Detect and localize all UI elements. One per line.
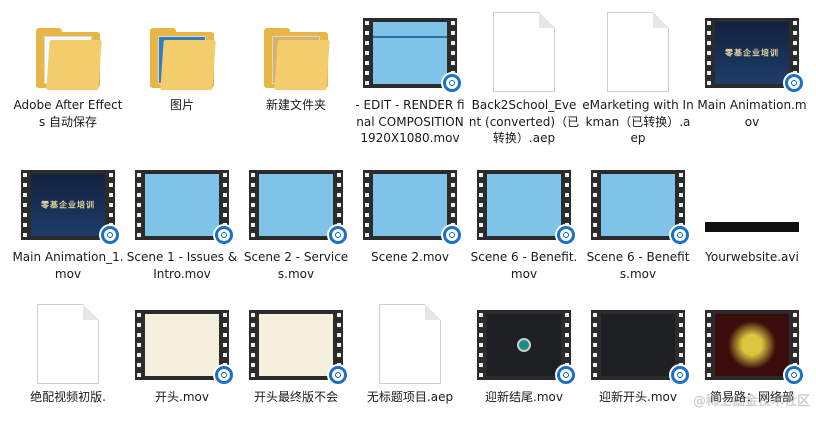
file-item[interactable]: 迎新结尾.mov [468, 300, 580, 406]
media-player-icon [441, 224, 463, 246]
video-file-icon: 零基企业培训 [21, 170, 121, 246]
file-label: 开头最终版不会 [253, 390, 338, 404]
file-item[interactable]: 绝配视频初版. [12, 300, 124, 406]
video-file-icon [363, 18, 463, 94]
media-player-icon [441, 72, 463, 94]
file-label: Adobe After Effects 自动保存 [13, 98, 123, 129]
file-item[interactable]: Adobe After Effects 自动保存 [12, 8, 124, 130]
file-item[interactable]: Scene 6 - Benefit.mov [468, 160, 580, 282]
document-icon [37, 304, 99, 384]
file-item[interactable]: Back2School_Event (converted)（已转换）.aep [468, 8, 580, 147]
file-label: eMarketing with Inkman（已转换）.aep [582, 98, 694, 145]
file-label: 新建文件夹 [265, 98, 326, 112]
file-label: 无标题项目.aep [366, 390, 454, 404]
media-player-icon [783, 364, 805, 386]
file-item[interactable]: 无标题项目.aep [354, 300, 466, 406]
file-item[interactable]: 图片 [126, 8, 238, 114]
media-player-icon [783, 72, 805, 94]
file-label: 绝配视频初版. [30, 390, 106, 404]
file-label: - EDIT - RENDER final COMPOSITION 1920X1… [355, 98, 465, 145]
video-file-icon [363, 170, 463, 246]
file-label: Scene 2 - Services.mov [243, 250, 349, 281]
file-item[interactable]: Scene 6 - Benefits.mov [582, 160, 694, 282]
media-player-icon [669, 224, 691, 246]
file-item[interactable]: 零基企业培训 Main Animation_1.mov [12, 160, 124, 282]
media-player-icon [99, 224, 121, 246]
file-item[interactable]: 开头.mov [126, 300, 238, 406]
file-item[interactable]: Yourwebsite.avi [696, 160, 808, 266]
video-file-icon [477, 310, 577, 386]
file-item[interactable]: Scene 2.mov [354, 160, 466, 266]
file-item[interactable]: eMarketing with Inkman（已转换）.aep [582, 8, 694, 147]
document-icon [379, 304, 441, 384]
file-item[interactable]: Scene 2 - Services.mov [240, 160, 352, 282]
folder-icon [36, 28, 102, 90]
video-file-icon [135, 170, 235, 246]
video-file-icon [591, 310, 691, 386]
media-player-icon [213, 364, 235, 386]
file-item[interactable]: 新建文件夹 [240, 8, 352, 114]
video-file-icon [249, 310, 349, 386]
file-label: 迎新开头.mov [599, 390, 677, 404]
file-item[interactable]: Scene 1 - Issues & Intro.mov [126, 160, 238, 282]
file-label: 迎新结尾.mov [485, 390, 563, 404]
watermark: @稀土掘金技术社区 [692, 394, 810, 409]
media-player-icon [213, 224, 235, 246]
file-grid: Adobe After Effects 自动保存 图片 新建文件夹 - EDIT… [0, 0, 816, 421]
document-icon [493, 12, 555, 92]
file-label: Scene 6 - Benefit.mov [470, 250, 578, 281]
video-file-icon [249, 170, 349, 246]
file-item[interactable]: 迎新开头.mov [582, 300, 694, 406]
file-item[interactable]: 开头最终版不会 [240, 300, 352, 406]
video-file-icon [135, 310, 235, 386]
folder-icon [264, 28, 330, 90]
media-player-icon [327, 224, 349, 246]
folder-icon [150, 28, 216, 90]
media-player-icon [669, 364, 691, 386]
video-file-icon: 零基企业培训 [705, 18, 805, 94]
file-label: Main Animation_1.mov [12, 250, 124, 281]
file-label: 开头.mov [155, 390, 209, 404]
file-label: Scene 1 - Issues & Intro.mov [126, 250, 238, 281]
file-label: Back2School_Event (converted)（已转换）.aep [468, 98, 580, 145]
media-player-icon [327, 364, 349, 386]
file-label: Main Animation.mov [697, 98, 807, 129]
file-item[interactable]: 零基企业培训 Main Animation.mov [696, 8, 808, 130]
avi-file-icon [705, 222, 799, 232]
video-file-icon [705, 310, 805, 386]
document-icon [607, 12, 669, 92]
file-label: Yourwebsite.avi [705, 250, 799, 264]
video-file-icon [477, 170, 577, 246]
file-label: Scene 6 - Benefits.mov [586, 250, 690, 281]
media-player-icon [555, 224, 577, 246]
file-label: 图片 [169, 98, 194, 112]
file-label: Scene 2.mov [371, 250, 449, 264]
video-file-icon [591, 170, 691, 246]
media-player-icon [555, 364, 577, 386]
file-item[interactable]: - EDIT - RENDER final COMPOSITION 1920X1… [354, 8, 466, 147]
